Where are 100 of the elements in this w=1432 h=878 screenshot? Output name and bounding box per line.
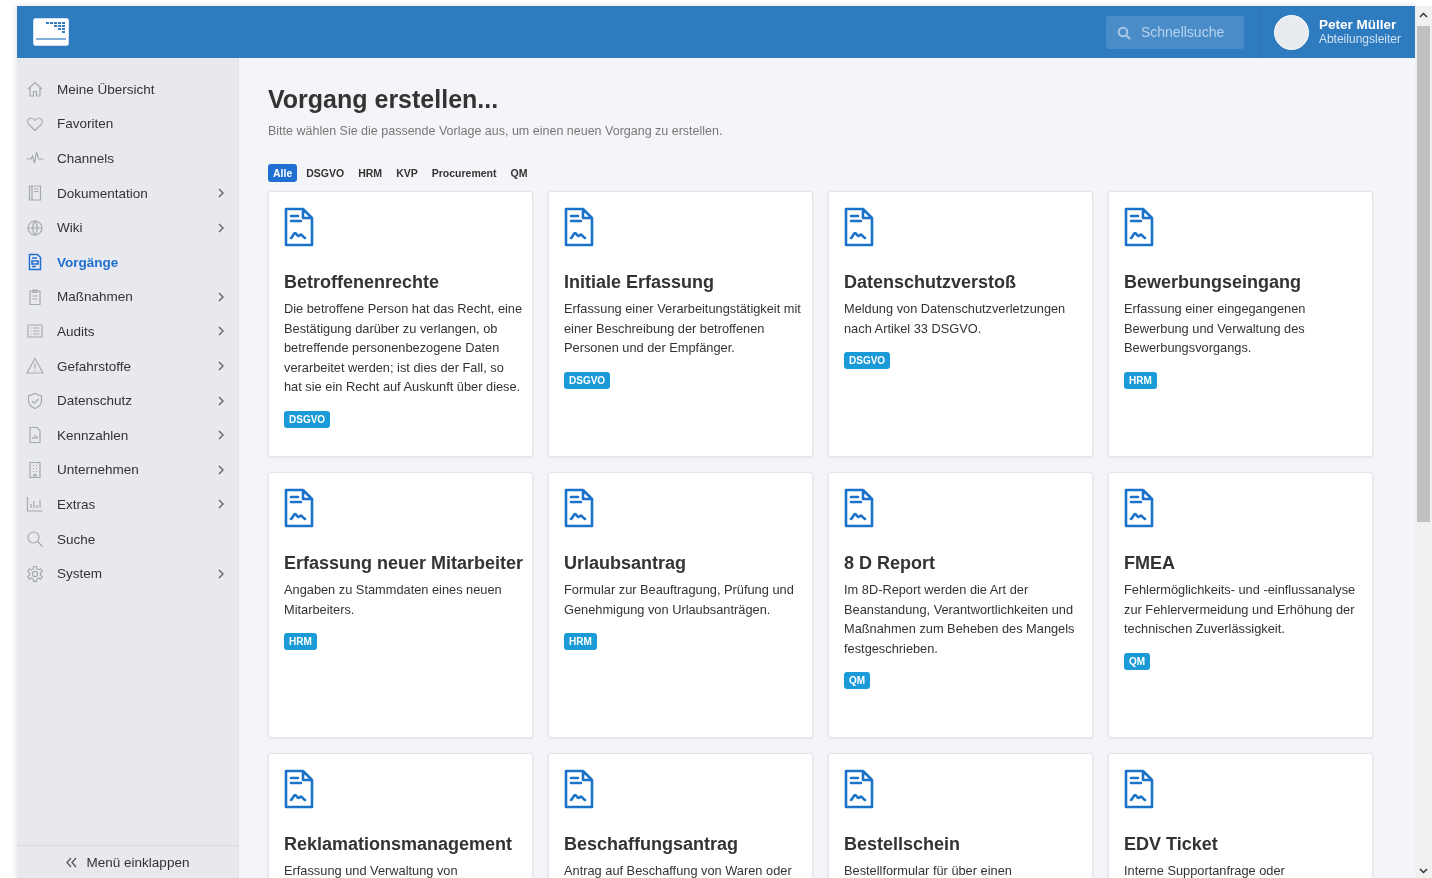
template-card[interactable]: EDV Ticket Interne Supportanfrage oder [1108,753,1373,878]
sidebar-item[interactable]: Suche [17,521,238,557]
card-description: Erfassung einer Verarbeitungstätigkeit mit einer Beschreibung der betroffenen Personen und der Empfänger. [564,300,802,357]
search-icon [26,530,44,548]
template-card[interactable]: Datenschutzverstoß Meldung von Datenschutzverletzungen nach Artikel 33 DSGVO. DSGVO [828,191,1093,457]
card-title: Bestellschein [844,833,961,855]
category-tag: DSGVO [284,410,331,428]
card-title: 8 D Report [844,552,935,574]
settings-icon [26,564,44,583]
sidebar-item[interactable]: Gefahrstoffe [17,348,238,384]
document-icon [1124,769,1154,809]
template-card[interactable]: Reklamationsmanagement Erfassung und Verwaltung von [268,753,533,878]
sidebar-item[interactable]: Meine Übersicht [17,72,238,107]
card-description: Interne Supportanfrage oder [1124,862,1285,878]
document-icon [284,488,314,528]
card-description: Antrag auf Beschaffung von Waren oder [564,862,792,878]
filter-tab[interactable]: DSGVO [301,164,350,182]
document-icon [1124,488,1154,528]
category-tag: HRM [1124,371,1157,389]
search-icon [1116,25,1131,40]
template-card[interactable]: Bewerbungseingang Erfassung einer eingegangenen Bewerbung und Verwaltung des Bewerbungsvorgangs. HRM [1108,191,1373,457]
user-name: Peter Müller [1318,17,1398,32]
template-card[interactable]: Erfassung neuer Mitarbeiter Angaben zu Stammdaten eines neuen Mitarbeiters. HRM [268,472,533,738]
card-title: Datenschutzverstoß [844,271,1017,293]
filter-tab[interactable]: KVP [391,164,423,182]
sidebar-item[interactable]: Kennzahlen [17,417,238,453]
card-title: Initiale Erfassung [564,271,715,293]
scrollbar-thumb[interactable] [1417,26,1430,522]
filter-tab[interactable]: Alle [268,164,298,182]
template-card[interactable]: 8 D Report Im 8D-Report werden die Art der Beanstandung, Verantwortlichkeiten und Maßnahmen zum Beheben des Mangels festgeschrieben. QM [828,472,1093,738]
card-title: FMEA [1124,552,1175,574]
card-title: Betroffenenrechte [284,271,440,293]
document-icon [564,207,594,247]
filter-tab[interactable]: QM [505,164,533,182]
heart-icon [26,114,44,133]
document-icon [284,769,314,809]
page-subtitle: Bitte wählen Sie die passende Vorlage aus, um einen neuen Vorgang zu erstellen. [268,124,724,138]
filter-tab[interactable]: HRM [353,164,388,182]
template-card[interactable]: Bestellschein Bestellformular für über einen [828,753,1093,878]
shield-icon [26,391,44,410]
card-description: Meldung von Datenschutzverletzungen nach Artikel 33 DSGVO. [844,300,1067,338]
card-title: Erfassung neuer Mitarbeiter [284,552,524,574]
card-description: Die betroffene Person hat das Recht, eine Bestätigung darüber zu verlangen, ob betreffende personenbezogene Daten verarbeitet werden; ist dies der Fall, so hat sie ein Recht auf Auskunft über diese. [284,300,524,396]
list-icon [26,322,44,341]
scrollbar[interactable] [1415,6,1432,878]
document-icon [284,207,314,247]
sidebar-item[interactable]: Favoriten [17,106,238,142]
card-title: EDV Ticket [1124,833,1218,855]
warning-icon [26,357,44,376]
page-title: Vorgang erstellen... [268,84,500,115]
category-tag: DSGVO [564,371,611,389]
card-description: Erfassung und Verwaltung von [284,862,458,878]
document-icon [844,488,874,528]
category-tag: HRM [284,633,317,650]
card-title: Bewerbungseingang [1124,271,1302,293]
template-card[interactable] [268,191,533,457]
document-icon [1124,207,1154,247]
template-card[interactable]: FMEA Fehlermöglichkeits- und -einflussanalyse zur Fehlervermeidung und Erhöhung der technischen Zuverlässigkeit. QM [1108,472,1373,738]
sidebar-item[interactable]: Extras [17,487,238,522]
card-description: Erfassung einer eingegangenen Bewerbung und Verwaltung des Bewerbungsvorgangs. [1124,300,1307,357]
card-description: Bestellformular für über einen [844,862,1012,878]
card-description: Angaben zu Stammdaten eines neuen Mitarbeiters. [284,581,503,619]
category-tag: QM [1124,652,1151,670]
card-description: Im 8D-Report werden die Art der Beanstandung, Verantwortlichkeiten und Maßnahmen zum Beheben des Mangels festgeschrieben. [844,581,1076,658]
bar-chart-icon [26,495,44,514]
card-description: Formular zur Beauftragung, Prüfung und Genehmigung von Urlaubsanträgen. [564,581,795,619]
double-chevron-left-icon [65,856,77,868]
sidebar-item[interactable]: Channels [17,141,238,176]
sidebar-item[interactable]: Dokumentation [17,175,238,211]
sidebar-item[interactable]: Unternehmen [17,452,238,488]
sidebar-item[interactable]: Datenschutz [17,383,238,418]
sidebar-item[interactable]: Maßnahmen [17,279,238,315]
template-card[interactable]: Initiale Erfassung Erfassung einer Verarbeitungstätigkeit mit einer Beschreibung der betroffenen Personen und der Empfänger. DSGVO [548,191,813,457]
document-icon [844,207,874,247]
clipboard-icon [26,287,44,306]
globe-icon [26,218,44,237]
sidebar-item[interactable]: System [17,556,238,591]
category-tag: HRM [564,633,597,650]
building-icon [26,460,44,479]
sidebar-item[interactable]: Vorgänge [17,244,238,280]
card-title: Beschaffungsantrag [564,833,739,855]
document-icon [564,488,594,528]
home-icon [26,80,44,99]
scroll-down-icon[interactable] [1419,868,1428,874]
filter-tab[interactable]: Procurement [426,164,502,182]
document-icon [564,769,594,809]
user-avatar[interactable] [1273,14,1309,50]
document-icon [844,769,874,809]
card-description: Fehlermöglichkeits- und -einflussanalyse zur Fehlervermeidung und Erhöhung der technischen Zuverlässigkeit. [1124,581,1357,638]
card-title: Reklamationsmanagement [284,833,513,855]
card-title: Urlaubsantrag [564,552,687,574]
template-card[interactable]: Beschaffungsantrag Antrag auf Beschaffung von Waren oder [548,753,813,878]
logo-icon[interactable] [33,18,69,46]
doc-icon [26,253,44,272]
category-tag: QM [844,672,871,689]
sidebar-item[interactable]: Audits [17,314,238,349]
scroll-up-icon[interactable] [1419,12,1428,18]
category-tag: DSGVO [844,352,891,369]
template-card[interactable]: Urlaubsantrag Formular zur Beauftragung, Prüfung und Genehmigung von Urlaubsanträgen. HRM [548,472,813,738]
sidebar-item[interactable]: Wiki [17,210,238,245]
